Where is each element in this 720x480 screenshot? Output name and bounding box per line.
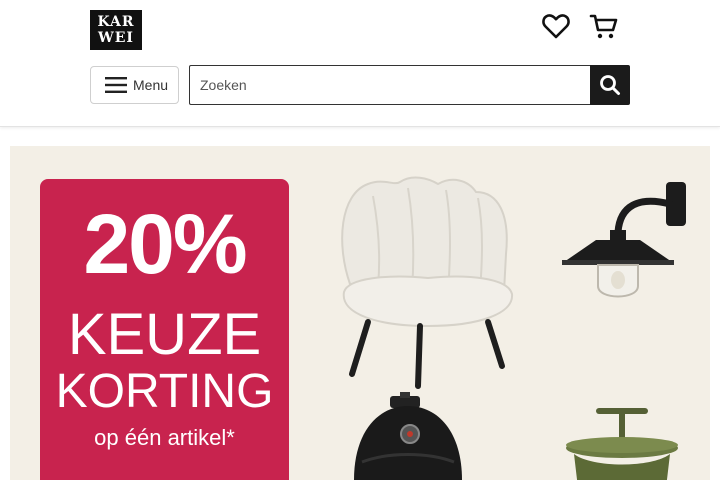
heart-icon [542,14,570,39]
hamburger-icon [105,77,127,93]
menu-button[interactable]: Menu [90,66,179,104]
search-input[interactable] [189,65,590,105]
promo-subline: op één artikel* [94,425,235,450]
logo-text-top: KAR [97,14,135,30]
wall-lamp-image [562,182,686,298]
promo-banner[interactable]: 20% KEUZE KORTING op één artikel* [10,146,710,480]
search-bar [189,65,630,105]
promo-keuze: KEUZE [67,302,262,367]
menu-label: Menu [133,77,169,93]
site-header: KAR WEI Menu [0,0,720,127]
armchair-image [341,176,514,389]
favorites-button[interactable] [540,10,572,42]
cart-icon [589,14,618,39]
search-icon [600,75,620,95]
side-table-image [566,408,678,480]
promo-percentage: 20% [83,197,247,291]
logo-text-bottom: WEI [98,30,134,46]
promo-korting: KORTING [55,365,274,418]
cart-button[interactable] [588,10,620,42]
promo-block: 20% KEUZE KORTING op één artikel* [40,179,289,480]
karwei-logo[interactable]: KAR WEI [90,10,142,50]
kamado-grill-image [354,392,462,480]
search-button[interactable] [590,65,630,105]
